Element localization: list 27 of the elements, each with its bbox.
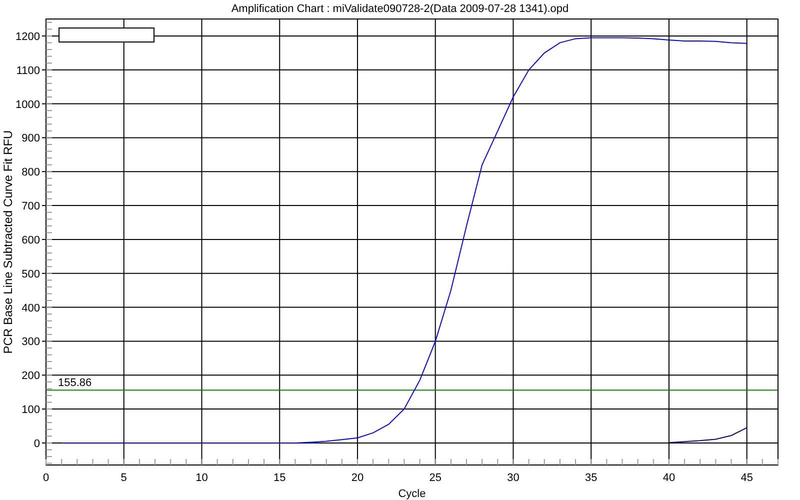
y-tick-label: 800 [22, 166, 40, 179]
x-tick-label: 25 [429, 472, 442, 484]
y-tick-label: 1000 [16, 98, 40, 111]
y-tick-label: 700 [22, 200, 40, 213]
x-tick-label: 15 [274, 472, 286, 484]
y-tick-label: 1200 [16, 30, 40, 43]
x-tick-label: 40 [662, 472, 676, 484]
x-tick-label: 5 [120, 472, 127, 484]
y-tick-label: 600 [22, 234, 40, 246]
y-tick-label: 900 [22, 132, 40, 145]
x-tick-label: 20 [351, 472, 364, 484]
threshold-value: 155.86 [58, 377, 92, 390]
x-tick-label: 0 [42, 472, 50, 484]
y-tick-label: 400 [22, 302, 40, 314]
y-tick-label: 0 [34, 438, 40, 450]
x-tick-label: 35 [584, 472, 598, 484]
y-tick-label: 500 [22, 268, 40, 280]
y-tick-label: 1100 [16, 64, 40, 77]
x-tick-label: 30 [507, 472, 520, 484]
x-tick-label: 45 [740, 472, 753, 484]
y-tick-label: 200 [22, 370, 40, 382]
x-tick-label: 10 [196, 472, 208, 484]
x-axis-label: Cycle [398, 488, 426, 500]
chart-title: Amplification Chart : miValidate090728-2(Data 2009-07-28 1341).opd [231, 3, 569, 15]
y-tick-label: 300 [22, 336, 40, 348]
y-axis-label: PCR Base Line Subtracted Curve Fit RFU [1, 130, 15, 354]
y-tick-label: 100 [22, 404, 40, 416]
